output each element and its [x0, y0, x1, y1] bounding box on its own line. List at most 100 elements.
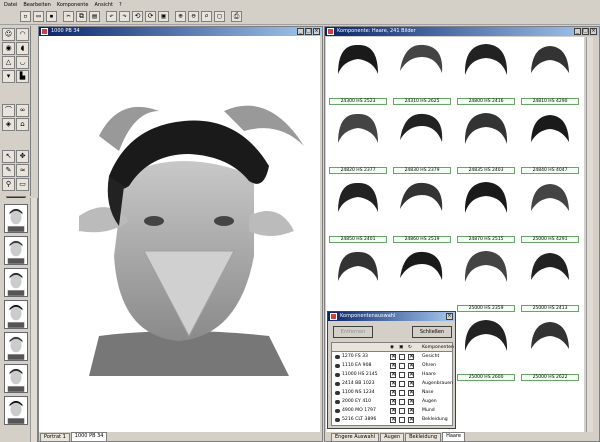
hair-item[interactable]: 25000 HS 2622	[520, 315, 580, 383]
component-row[interactable]: 11000 HS 2145 ✕ ✕ Haare	[332, 371, 452, 379]
menu-komponente[interactable]: Komponente	[57, 2, 89, 8]
hair-item[interactable]: 25000 HS 2413	[520, 246, 580, 314]
face-tool-icon[interactable]: ☺	[2, 28, 15, 41]
copy-icon[interactable]: ⧉	[76, 11, 87, 22]
lock-checkbox[interactable]	[399, 363, 405, 369]
hair-item[interactable]: 24800 HS 2416	[456, 39, 516, 107]
refresh-checkbox[interactable]: ✕	[408, 372, 414, 378]
refresh-checkbox[interactable]: ✕	[408, 390, 414, 396]
lock-checkbox[interactable]	[399, 399, 405, 405]
hair-item[interactable]: 24830 HS 2379	[392, 108, 452, 176]
visible-checkbox[interactable]: ✕	[390, 381, 396, 387]
minimize-button[interactable]: _	[574, 28, 581, 35]
close-button[interactable]: ×	[446, 313, 453, 320]
visible-checkbox[interactable]: ✕	[390, 363, 396, 369]
glasses-tool-icon[interactable]: ∞	[16, 104, 29, 117]
maximize-button[interactable]: □	[305, 28, 312, 35]
menu-bearbeiten[interactable]: Bearbeiten	[23, 2, 50, 8]
thumbnail-scrollbar[interactable]	[30, 198, 37, 442]
pointer-tool-icon[interactable]: ↖	[2, 150, 15, 163]
remove-button[interactable]: Entfernen	[333, 326, 373, 338]
fit-icon[interactable]: ▢	[214, 11, 225, 22]
lock-checkbox[interactable]	[399, 381, 405, 387]
tab-haare[interactable]: Haare	[442, 432, 465, 441]
hair-item[interactable]: 24310 HS 2625	[392, 39, 452, 107]
visible-checkbox[interactable]: ✕	[390, 354, 396, 360]
visible-checkbox[interactable]: ✕	[390, 390, 396, 396]
hair-item[interactable]: 24860 HS 2519	[392, 177, 452, 245]
thumbnail[interactable]	[4, 332, 28, 361]
close-button[interactable]: ×	[313, 28, 320, 35]
move-tool-icon[interactable]: ✥	[16, 150, 29, 163]
hair-item[interactable]	[328, 246, 388, 314]
hair-item[interactable]: 24840 HS 4047	[520, 108, 580, 176]
close-dialog-button[interactable]: Schließen	[412, 326, 452, 338]
tab-portrat[interactable]: Portrat 1	[40, 433, 70, 441]
thumbnail[interactable]	[4, 300, 28, 329]
open-icon[interactable]: ▭	[33, 11, 44, 22]
refresh-checkbox[interactable]: ✕	[408, 417, 414, 423]
visible-checkbox[interactable]: ✕	[390, 372, 396, 378]
brush-tool-icon[interactable]: ✎	[2, 164, 15, 177]
component-row[interactable]: 2414 BB 1023 ✕ ✕ Augenbrauen	[332, 380, 453, 388]
hair-item[interactable]: 24810 HS 4290	[520, 39, 580, 107]
component-row[interactable]: 2000 EY 410 ✕ ✕ Augen	[332, 398, 452, 406]
thumbnail[interactable]	[4, 236, 28, 265]
hair-tool-icon[interactable]: ◠	[16, 28, 29, 41]
visible-checkbox[interactable]: ✕	[390, 399, 396, 405]
minimize-button[interactable]: _	[297, 28, 304, 35]
hair-item[interactable]: 24870 HS 2515	[456, 177, 516, 245]
eyedropper-tool-icon[interactable]: ⚲	[2, 178, 15, 191]
hair-item[interactable]: 24820 HS 2377	[328, 108, 388, 176]
ears-tool-icon[interactable]: ◖	[16, 42, 29, 55]
rotate-left-icon[interactable]: ⟲	[132, 11, 143, 22]
menu-ansicht[interactable]: Ansicht	[94, 2, 112, 8]
hair-grid-scrollbar[interactable]	[586, 37, 593, 432]
component-row[interactable]: 1110 EA 908 ✕ ✕ Ohren	[332, 362, 452, 370]
redo-icon[interactable]: ↷	[119, 11, 130, 22]
tab-engere-auswahl[interactable]: Engere Auswahl	[331, 433, 380, 441]
paste-icon[interactable]: ▤	[89, 11, 100, 22]
rotate-right-icon[interactable]: ⟳	[145, 11, 156, 22]
zoom-icon[interactable]: ⌕	[201, 11, 212, 22]
accessory-tool-icon[interactable]: ◈	[2, 118, 15, 131]
hat-tool-icon[interactable]: ⌂	[16, 118, 29, 131]
tab-augen[interactable]: Augen	[380, 433, 405, 441]
lock-checkbox[interactable]	[399, 354, 405, 360]
nose-tool-icon[interactable]: △	[2, 56, 15, 69]
refresh-checkbox[interactable]: ✕	[408, 363, 414, 369]
thumbnail[interactable]	[4, 204, 28, 233]
eyebrow-tool-icon[interactable]: ⌒	[2, 104, 15, 117]
print-icon[interactable]: ⎙	[231, 11, 242, 22]
lock-checkbox[interactable]	[399, 390, 405, 396]
component-row[interactable]: 4900 MO 1797 ✕ ✕ Mund	[332, 407, 452, 415]
close-button[interactable]: ×	[590, 28, 597, 35]
hair-item[interactable]: 25000 HS 4291	[520, 177, 580, 245]
hair-item[interactable]: 25000 HS 2359	[456, 246, 516, 314]
cut-icon[interactable]: ✂	[63, 11, 74, 22]
clothes-tool-icon[interactable]: ▙	[16, 70, 29, 83]
hair-item[interactable]: 24300 HS 2523	[328, 39, 388, 107]
refresh-checkbox[interactable]: ✕	[408, 381, 414, 387]
mouth-tool-icon[interactable]: ◡	[16, 56, 29, 69]
thumbnail[interactable]	[4, 364, 28, 393]
component-row[interactable]: 5216 CLT 3896 ✕ ✕ Bekleidung	[332, 416, 452, 424]
eyes-tool-icon[interactable]: ◉	[2, 42, 15, 55]
menu-datei[interactable]: Datei	[4, 2, 17, 8]
hair-item[interactable]: 25000 HS 2600	[456, 315, 516, 383]
component-row[interactable]: 1270 FS 33 ✕ ✕ Gesicht	[332, 353, 452, 361]
composite-canvas[interactable]	[39, 36, 320, 432]
refresh-checkbox[interactable]: ✕	[408, 354, 414, 360]
component-row[interactable]: 1100 NS 1234 ✕ ✕ Nase	[332, 389, 452, 397]
smudge-tool-icon[interactable]: ≈	[16, 164, 29, 177]
menu-help[interactable]: ?	[119, 2, 122, 8]
beard-tool-icon[interactable]: ▾	[2, 70, 15, 83]
thumbnail[interactable]	[4, 396, 28, 425]
undo-icon[interactable]: ↶	[106, 11, 117, 22]
thumbnail[interactable]	[4, 268, 28, 297]
eraser-tool-icon[interactable]: ▭	[16, 178, 29, 191]
image-icon[interactable]: ▣	[158, 11, 169, 22]
hair-item[interactable]: 24835 HS 2403	[456, 108, 516, 176]
tab-1000-pb-34[interactable]: 1000 PB 34	[70, 432, 108, 441]
refresh-checkbox[interactable]: ✕	[408, 399, 414, 405]
